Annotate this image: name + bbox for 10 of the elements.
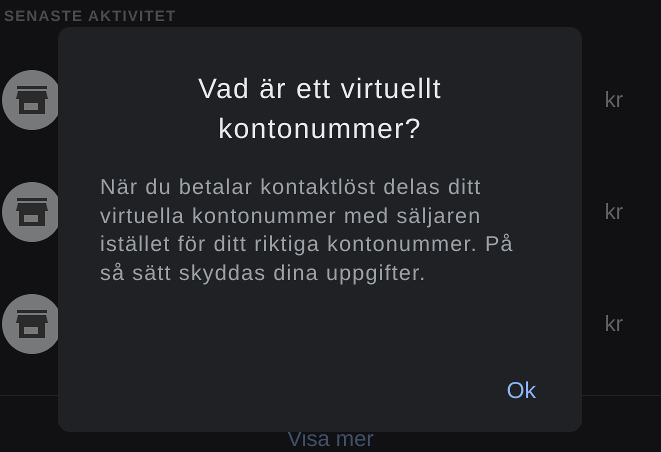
store-icon	[15, 310, 49, 338]
store-icon	[15, 198, 49, 226]
amount-text: kr	[604, 311, 623, 337]
dialog-title: Vad är ett virtuellt kontonummer?	[197, 72, 443, 146]
amount-text: kr	[604, 199, 623, 225]
store-icon	[15, 86, 49, 114]
section-heading: SENASTE AKTIVITET	[3, 7, 178, 27]
dialog-message: När du betalar kontaktlöst delas ditt virtuella kontonummer med säljaren istället för ditt riktiga kontonummer. På så sätt skyddas dina uppgifter.	[100, 174, 515, 286]
amount-text: kr	[604, 87, 623, 113]
ok-button[interactable]: Ok	[498, 373, 544, 408]
